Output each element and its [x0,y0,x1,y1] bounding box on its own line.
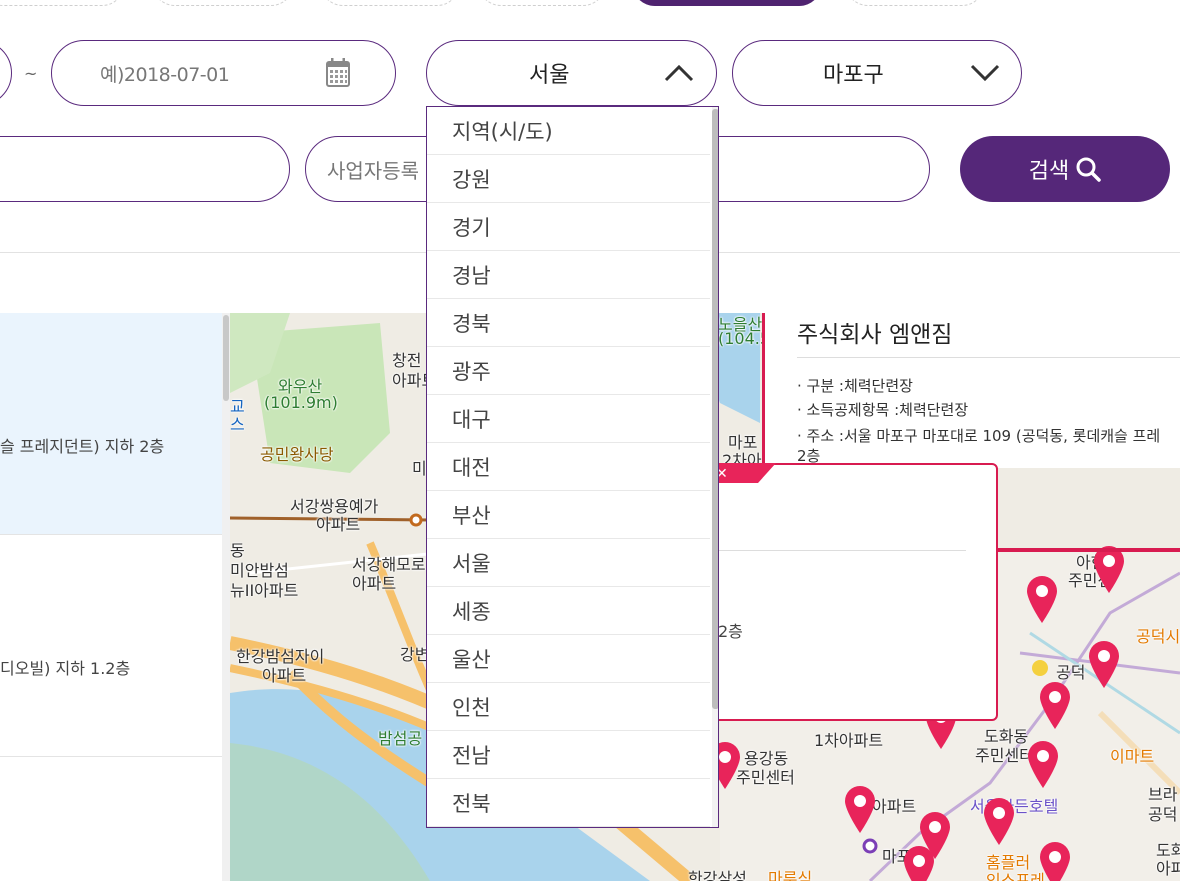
name-search-field[interactable] [0,136,290,202]
search-button[interactable]: 검색 [960,136,1170,202]
map-pin-icon[interactable] [1092,545,1126,595]
map-label: 주민센터 [736,768,795,787]
map-pin-icon[interactable] [1087,640,1121,690]
district-select-value: 마포구 [823,63,884,88]
list-item-text: 슬 프레지던트) 지하 2층 [0,437,165,456]
map-label: 뉴II아파트 [230,581,299,600]
search-icon [1076,157,1101,182]
map-label: 아파트 [262,666,307,685]
region-option[interactable]: 부산 [427,491,710,539]
region-option[interactable]: 강원 [427,155,710,203]
region-option[interactable]: 서울 [427,539,710,587]
date-end-placeholder: 예)2018-07-01 [100,63,230,86]
region-option[interactable]: 세종 [427,587,710,635]
info-title: 주식회사 엠앤짐 [797,322,953,348]
date-start-field[interactable] [0,40,12,106]
region-option[interactable]: 전북 [427,779,710,827]
map-label: 밤섬공 [378,729,423,748]
dropdown-scrollbar[interactable] [712,107,718,827]
map-popup [708,463,998,721]
tab-6[interactable] [845,0,985,6]
region-option[interactable]: 광주 [427,347,710,395]
second-popup-edge [998,548,1180,552]
region-option[interactable]: 경기 [427,203,710,251]
region-option[interactable]: 대구 [427,395,710,443]
region-option[interactable]: 대전 [427,443,710,491]
map-label: 공민왕사당 [260,445,334,464]
popup-text: 2층 [718,622,743,641]
region-select-value: 서울 [529,63,570,88]
map-label: 스 [230,415,245,434]
region-option[interactable]: 인천 [427,683,710,731]
map-label: (101.9m) [264,393,338,412]
result-list: 슬 프레지던트) 지하 2층 디오빌) 지하 1.2층 [0,313,230,881]
map-label: 동 [230,541,245,560]
map-pin-icon[interactable] [1038,681,1072,731]
map-label: 한강삼성 [688,869,747,881]
list-item-text: 디오빌) 지하 1.2층 [0,659,131,678]
page: ~ 예)2018-07-01 서울 마포구 사업자등록 검색 슬 프레지던트) … [0,0,1180,881]
chevron-down-icon[interactable] [970,64,1000,82]
info-row: · 구분 :체력단련장 [797,377,913,395]
map-label: 마루식 [768,869,813,881]
info-row: · 주소 :서울 마포구 마포대로 109 (공덕동, 롯데캐슬 프레 [797,427,1161,445]
map-pin-icon[interactable] [1025,575,1059,625]
map-pin-icon[interactable] [902,845,936,881]
popup-divider [718,550,966,551]
region-option[interactable]: 울산 [427,635,710,683]
tab-3[interactable] [320,0,460,6]
region-option[interactable]: 경남 [427,251,710,299]
map-label: 공덕 [1148,805,1178,824]
map-label: 아파트 [316,515,361,534]
region-option[interactable]: 경북 [427,299,710,347]
region-dropdown[interactable]: 지역(시/도) 강원 경기 경남 경북 광주 대구 대전 부산 서울 세종 울산… [426,106,719,828]
info-divider [797,357,1180,358]
map-label: 아파트 [872,797,917,816]
region-option[interactable]: 전남 [427,731,710,779]
map-label: 아파 [1156,859,1180,878]
calendar-icon[interactable] [326,58,350,87]
list-item[interactable]: 디오빌) 지하 1.2층 [0,535,222,757]
info-row: · 소득공제항목 :체력단련장 [797,401,969,419]
map-label: 아파트 [352,574,397,593]
map-label: 미 [412,459,427,478]
region-option[interactable]: 지역(시/도) [427,107,710,155]
info-panel: 주식회사 엠앤짐 · 구분 :체력단련장 · 소득공제항목 :체력단련장 · 주… [762,313,1180,468]
tab-1[interactable] [0,0,125,6]
map-pin-icon[interactable] [982,797,1016,847]
map-pin-icon[interactable] [1026,740,1060,790]
search-button-label: 검색 [1028,159,1070,184]
business-no-placeholder: 사업자등록 [327,158,419,183]
map-pin-icon[interactable] [843,785,877,835]
map-pin-icon[interactable] [1038,841,1072,881]
list-scrollbar[interactable] [222,313,230,881]
tab-active[interactable] [632,0,822,6]
map-label: 인스프레 [986,871,1045,881]
map-label: 1차아파트 [814,731,884,750]
list-item[interactable]: 슬 프레지던트) 지하 2층 [0,313,222,535]
map-label: 공덕시 [1136,627,1180,646]
date-tilde: ~ [24,64,38,83]
map-label: 공덕 [1056,663,1086,682]
chevron-up-icon[interactable] [664,64,694,82]
tab-4[interactable] [478,0,606,6]
map-label: 이마트 [1110,747,1155,766]
tab-2[interactable] [152,0,294,6]
